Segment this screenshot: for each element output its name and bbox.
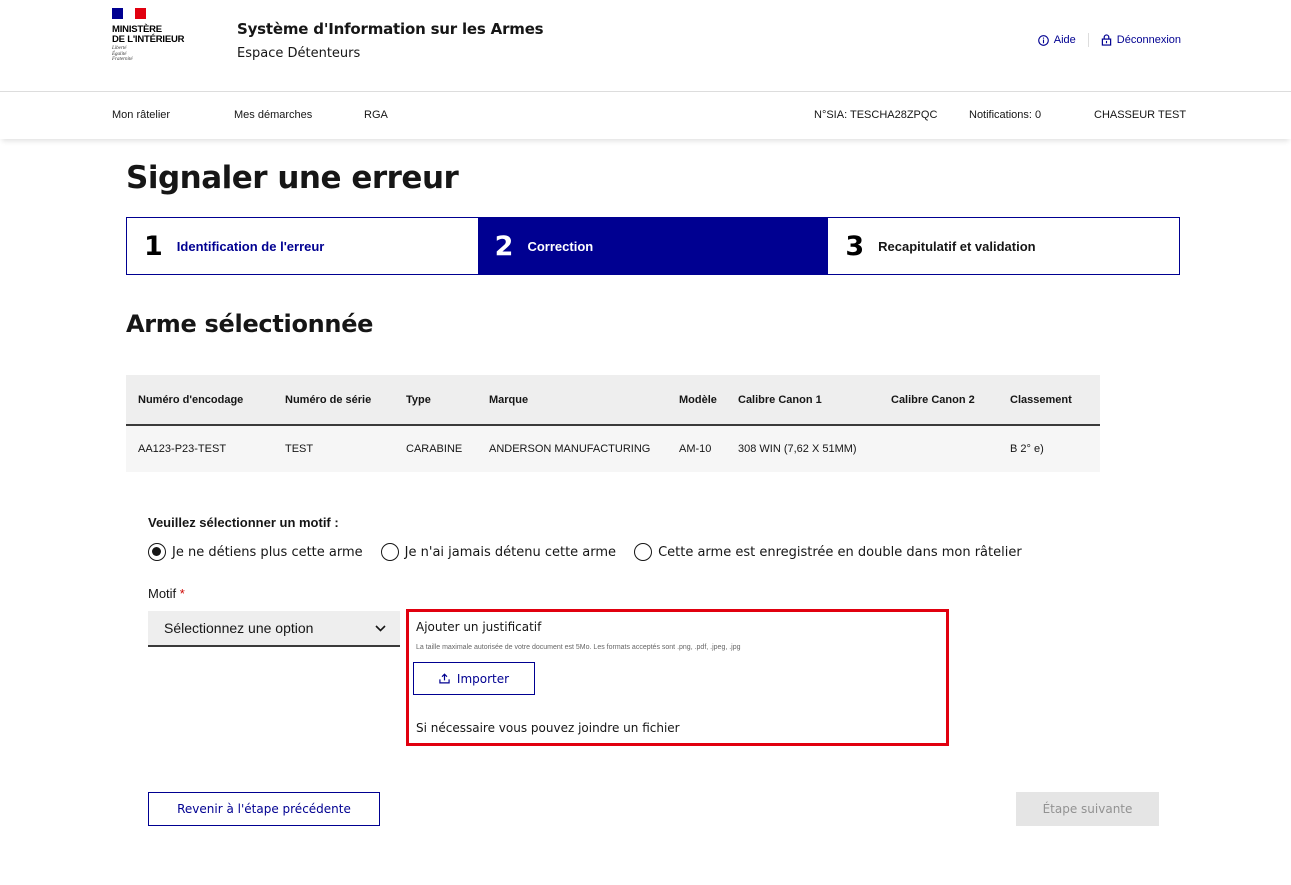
nav-item-mes-demarches[interactable]: Mes démarches [234,109,312,121]
column-header: Numéro d'encodage [126,375,285,426]
app-subtitle: Espace Détenteurs [237,46,361,61]
table-cell: 308 WIN (7,62 X 51MM) [738,425,891,472]
column-header: Marque [489,375,679,426]
required-marker: * [179,586,185,601]
logout-link[interactable]: Déconnexion [1101,34,1181,46]
select-value: Sélectionnez une option [164,620,314,636]
radio-unchecked-icon[interactable] [380,543,399,561]
upload-note: Si nécessaire vous pouvez joindre un fic… [416,721,680,735]
weapon-table: Numéro d'encodage Numéro de série Type M… [126,375,1100,472]
table-cell: CARABINE [406,425,489,472]
ministry-name: MINISTÈRE DE L'INTÉRIEUR [112,24,185,45]
main-nav: Mon râtelier Mes démarches RGA N°SIA: TE… [0,93,1291,139]
column-header: Calibre Canon 2 [891,375,1010,426]
radio-label: Je n'ai jamais détenu cette arme [404,544,617,560]
column-header: Classement [1010,375,1100,426]
step-recapitulatif[interactable]: 3 Recapitulatif et validation [828,218,1180,274]
nav-item-rga[interactable]: RGA [364,109,388,121]
step-label: Recapitulatif et validation [878,238,1036,254]
table-cell: AA123-P23-TEST [126,425,285,472]
import-label: Importer [456,671,510,686]
header-links: Aide Déconnexion [1037,33,1181,47]
page-title: Signaler une erreur [126,160,459,196]
table-cell: B 2° e) [1010,425,1100,472]
motif-select[interactable]: Sélectionnez une option [148,611,400,647]
step-identification[interactable]: 1 Identification de l'erreur [127,218,478,274]
step-number: 1 [144,230,163,262]
radio-checked-icon[interactable] [148,543,166,561]
table-row: AA123-P23-TEST TEST CARABINE ANDERSON MA… [126,425,1100,472]
lock-icon [1101,34,1112,46]
radio-label: Je ne détiens plus cette arme [172,544,363,560]
step-number: 2 [494,230,514,262]
motif-prompt: Veuillez sélectionner un motif : [148,515,339,530]
logout-label: Déconnexion [1116,34,1181,46]
column-header: Numéro de série [285,375,406,426]
step-correction[interactable]: 2 Correction [477,218,829,274]
nav-notifications[interactable]: Notifications: 0 [969,109,1041,121]
sia-number: N°SIA: TESCHA28ZPQC [814,109,938,121]
radio-never-owned[interactable]: Je n'ai jamais détenu cette arme [380,543,617,561]
republic-motto: Liberté Égalité Fraternité [112,46,133,62]
section-title-arme: Arme sélectionnée [126,310,374,338]
step-number: 3 [845,230,865,262]
radio-label: Cette arme est enregistrée en double dan… [658,544,1022,560]
help-label: Aide [1053,34,1076,46]
radio-unchecked-icon[interactable] [634,543,653,561]
site-header: MINISTÈRE DE L'INTÉRIEUR Liberté Égalité… [0,0,1291,92]
previous-step-button[interactable]: Revenir à l'étape précédente [148,792,380,826]
column-header: Type [406,375,489,426]
upload-section: Ajouter un justificatif La taille maxima… [406,609,949,746]
table-cell: AM-10 [679,425,738,472]
upload-hint: La taille maximale autorisée de votre do… [416,644,741,651]
nav-user[interactable]: CHASSEUR TEST [1094,109,1186,121]
table-cell: ANDERSON MANUFACTURING [489,425,679,472]
upload-icon [439,673,450,684]
motif-field-label: Motif * [148,586,185,601]
motif-radio-group: Je ne détiens plus cette arme Je n'ai ja… [148,543,1040,561]
upload-title: Ajouter un justificatif [416,620,542,634]
radio-duplicate[interactable]: Cette arme est enregistrée en double dan… [634,543,1022,561]
stepper: 1 Identification de l'erreur 2 Correctio… [126,217,1180,275]
chevron-down-icon [375,624,386,632]
step-label: Identification de l'erreur [176,238,325,254]
table-cell [891,425,1010,472]
table-cell: TEST [285,425,406,472]
marianne-flag-icon [112,8,146,19]
app-title: Système d'Information sur les Armes [237,20,544,38]
info-icon [1037,34,1049,46]
next-step-button[interactable]: Étape suivante [1016,792,1159,826]
table-header-row: Numéro d'encodage Numéro de série Type M… [126,375,1100,426]
radio-no-longer-own[interactable]: Je ne détiens plus cette arme [148,543,363,561]
help-link[interactable]: Aide [1037,34,1076,46]
import-button[interactable]: Importer [413,662,535,695]
column-header: Calibre Canon 1 [738,375,891,426]
motif-label-text: Motif [148,586,177,601]
header-divider [1087,33,1089,47]
column-header: Modèle [679,375,738,426]
ministry-logo[interactable]: MINISTÈRE DE L'INTÉRIEUR Liberté Égalité… [112,8,212,74]
nav-item-mon-ratelier[interactable]: Mon râtelier [112,109,170,121]
step-label: Correction [527,238,594,254]
